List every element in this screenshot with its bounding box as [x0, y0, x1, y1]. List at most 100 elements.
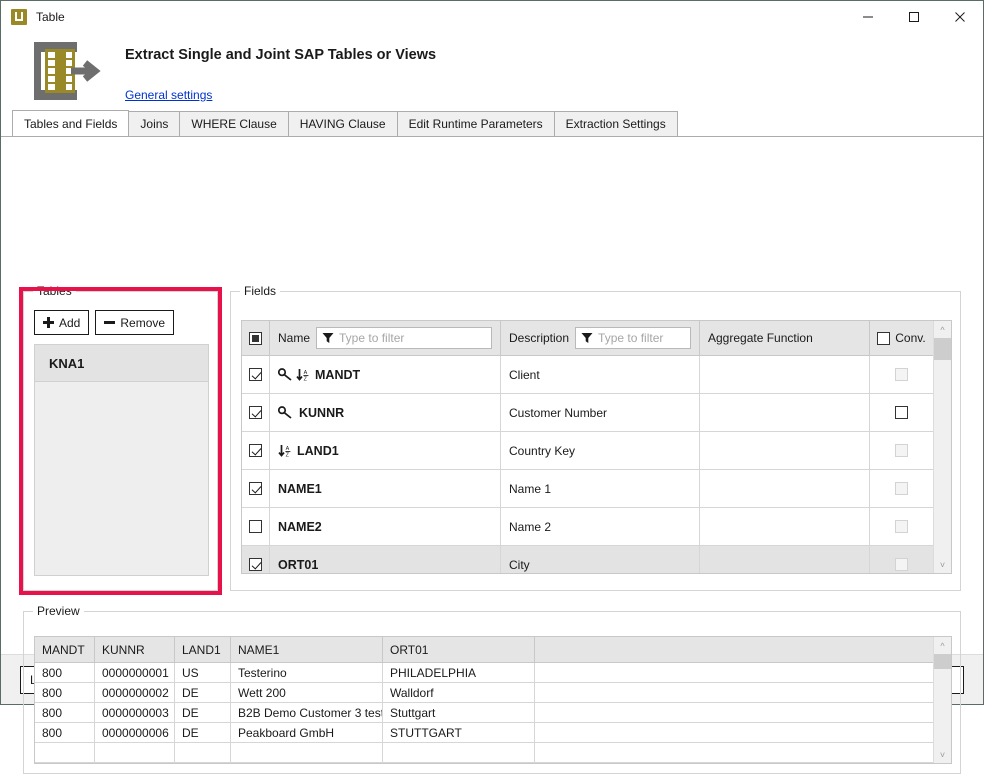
preview-col-header: KUNNR	[95, 637, 175, 662]
tables-toolbar: Add Remove	[34, 310, 180, 335]
row-aggregate-cell[interactable]	[700, 394, 870, 431]
row-aggregate-cell[interactable]	[700, 470, 870, 507]
row-select-cell	[242, 394, 270, 431]
row-aggregate-cell[interactable]	[700, 546, 870, 573]
preview-vertical-scrollbar[interactable]: ^ ˅	[933, 637, 951, 763]
preview-scroll-track[interactable]	[934, 654, 951, 746]
table-row[interactable]: KUNNR Customer Number	[242, 394, 933, 432]
preview-cell	[383, 743, 535, 762]
preview-cell: DE	[175, 703, 231, 722]
preview-grid: MANDT KUNNR LAND1 NAME1 ORT01 800 000000…	[34, 636, 952, 764]
window-controls	[845, 1, 983, 32]
row-conv-cell	[870, 432, 933, 469]
row-name-cell: KUNNR	[270, 394, 501, 431]
table-row[interactable]: 800 0000000002 DE Wett 200 Walldorf	[35, 683, 933, 703]
row-checkbox[interactable]	[249, 520, 262, 533]
scroll-up-icon[interactable]: ^	[934, 637, 951, 654]
table-row[interactable]: 800 0000000001 US Testerino PHILADELPHIA	[35, 663, 933, 683]
row-select-cell	[242, 470, 270, 507]
select-all-checkbox[interactable]	[249, 331, 262, 345]
table-row[interactable]: AZ MANDT Client	[242, 356, 933, 394]
row-description-cell: Name 1	[501, 470, 700, 507]
close-icon[interactable]	[937, 1, 983, 32]
preview-cell: PHILADELPHIA	[383, 663, 535, 682]
preview-cell: 800	[35, 723, 95, 742]
row-aggregate-cell[interactable]	[700, 432, 870, 469]
table-row-partial[interactable]	[35, 743, 933, 763]
row-checkbox[interactable]	[249, 558, 262, 571]
fields-scroll-track[interactable]	[934, 338, 951, 556]
row-name-cell: NAME1	[270, 470, 501, 507]
scroll-down-icon[interactable]: ˅	[934, 746, 951, 763]
preview-cell-filler	[535, 723, 933, 742]
row-select-cell	[242, 432, 270, 469]
tab-extraction-settings[interactable]: Extraction Settings	[553, 111, 678, 136]
field-name: MANDT	[315, 367, 361, 382]
minus-icon	[104, 317, 116, 328]
row-name-cell: AZ LAND1	[270, 432, 501, 469]
fields-vertical-scrollbar[interactable]: ^ ˅	[933, 321, 951, 573]
table-row[interactable]: NAME1 Name 1	[242, 470, 933, 508]
minimize-icon[interactable]	[845, 1, 891, 32]
row-checkbox[interactable]	[249, 444, 262, 457]
fields-description-header: Description Type to filter	[501, 321, 700, 355]
window-title: Table	[36, 9, 65, 24]
table-name: KNA1	[49, 355, 85, 371]
conv-select-all-checkbox[interactable]	[877, 331, 891, 345]
tab-where-clause[interactable]: WHERE Clause	[179, 111, 289, 136]
general-settings-link[interactable]: General settings	[125, 88, 212, 102]
row-description-cell: Country Key	[501, 432, 700, 469]
tab-edit-runtime-parameters[interactable]: Edit Runtime Parameters	[396, 111, 555, 136]
preview-group-box: Preview MANDT KUNNR LAND1 NAME1 ORT01 80…	[23, 604, 961, 774]
preview-cell: Walldorf	[383, 683, 535, 702]
description-filter-input[interactable]: Type to filter	[575, 327, 691, 349]
table-row[interactable]: 800 0000000003 DE B2B Demo Customer 3 te…	[35, 703, 933, 723]
table-row[interactable]: ORT01 City	[242, 546, 933, 573]
tab-tables-and-fields[interactable]: Tables and Fields	[12, 110, 130, 136]
scroll-down-icon[interactable]: ˅	[934, 556, 951, 573]
filter-icon	[581, 333, 593, 343]
row-aggregate-cell[interactable]	[700, 356, 870, 393]
svg-text:Z: Z	[304, 376, 308, 381]
preview-cell: B2B Demo Customer 3 test	[231, 703, 383, 722]
remove-table-button[interactable]: Remove	[95, 310, 175, 335]
row-checkbox[interactable]	[249, 406, 262, 419]
preview-cell-filler	[535, 683, 933, 702]
table-row[interactable]: 800 0000000006 DE Peakboard GmbH STUTTGA…	[35, 723, 933, 743]
conv-column-label: Conv.	[895, 331, 926, 345]
title-bar: Table	[1, 1, 983, 32]
preview-cell-filler	[535, 703, 933, 722]
tables-list[interactable]: KNA1	[34, 344, 209, 576]
preview-cell: DE	[175, 723, 231, 742]
name-filter-input[interactable]: Type to filter	[316, 327, 492, 349]
list-item[interactable]: KNA1	[35, 345, 208, 382]
add-table-button[interactable]: Add	[34, 310, 90, 335]
fields-conv-header: Conv.	[870, 321, 933, 355]
maximize-icon[interactable]	[891, 1, 937, 32]
table-row[interactable]: NAME2 Name 2	[242, 508, 933, 546]
table-row[interactable]: AZ LAND1 Country Key	[242, 432, 933, 470]
field-name: NAME1	[278, 481, 322, 496]
name-filter-placeholder: Type to filter	[339, 331, 405, 345]
tab-joins[interactable]: Joins	[128, 111, 181, 136]
svg-text:Z: Z	[286, 452, 290, 457]
preview-cell: Peakboard GmbH	[231, 723, 383, 742]
table-dialog-window: Table Extract Single and Joint SAP Table…	[0, 0, 984, 774]
row-select-cell	[242, 508, 270, 545]
field-name: ORT01	[278, 557, 319, 572]
fields-scroll-thumb[interactable]	[934, 338, 951, 360]
row-aggregate-cell[interactable]	[700, 508, 870, 545]
preview-cell	[231, 743, 383, 762]
conv-checkbox	[895, 444, 908, 457]
conv-checkbox[interactable]	[895, 406, 908, 419]
tab-having-clause[interactable]: HAVING Clause	[287, 111, 398, 136]
row-checkbox[interactable]	[249, 368, 262, 381]
preview-cell: US	[175, 663, 231, 682]
preview-cell: 800	[35, 683, 95, 702]
scroll-up-icon[interactable]: ^	[934, 321, 951, 338]
preview-scroll-thumb[interactable]	[934, 654, 951, 669]
field-name: KUNNR	[299, 405, 345, 420]
fields-grid-header: Name Type to filter Description Type to …	[242, 321, 933, 356]
row-description-cell: Client	[501, 356, 700, 393]
row-checkbox[interactable]	[249, 482, 262, 495]
